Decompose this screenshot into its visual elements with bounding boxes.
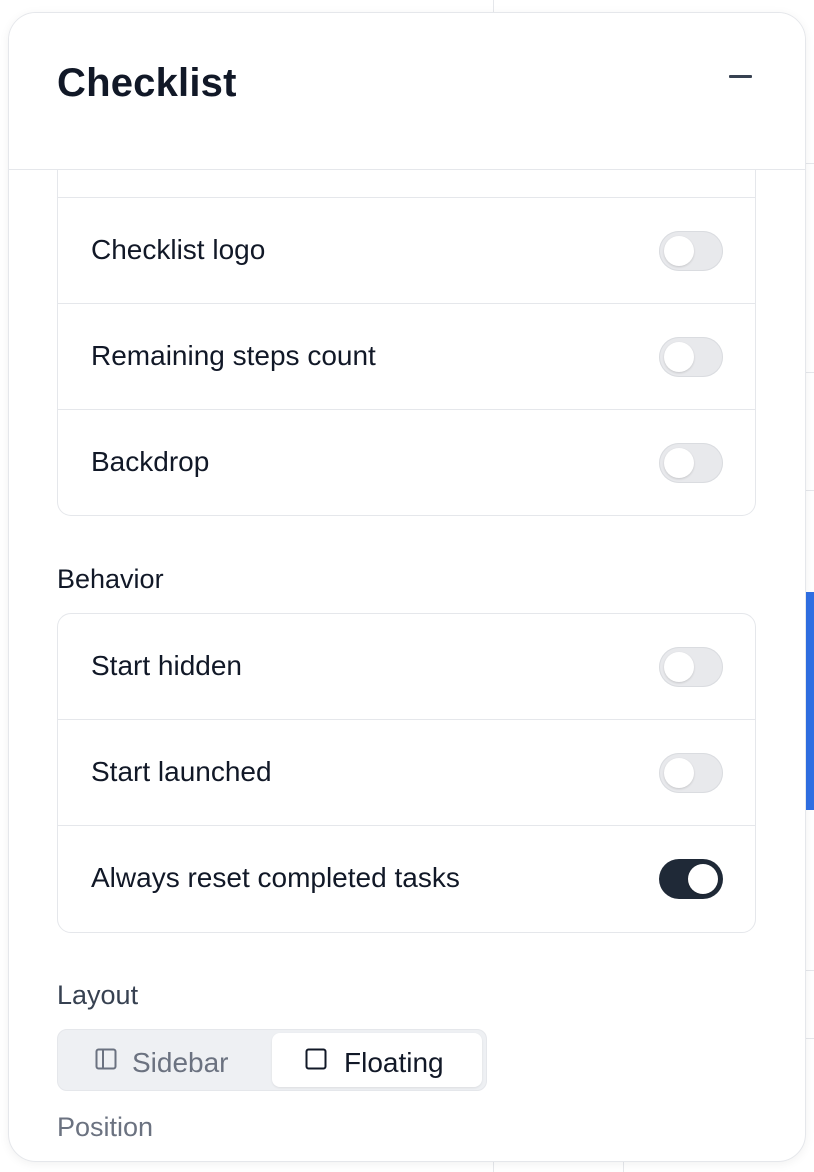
checklist-panel: Checklist Checklist logo Remaining steps…	[8, 12, 806, 1162]
minimize-button[interactable]	[721, 67, 761, 87]
behavior-heading: Behavior	[57, 564, 164, 594]
panel-header: Checklist	[9, 13, 805, 170]
layout-option-sidebar[interactable]: Sidebar	[61, 1033, 269, 1087]
appearance-group: Checklist logo Remaining steps count Bac…	[57, 170, 756, 516]
layout-option-label: Floating	[344, 1047, 444, 1078]
backdrop-toggle[interactable]	[659, 443, 723, 483]
toggle-label: Checklist logo	[91, 234, 266, 265]
toggle-label: Start hidden	[91, 650, 242, 681]
behavior-group: Start hidden Start launched Always reset…	[57, 613, 756, 933]
background-divider	[805, 372, 814, 373]
start-hidden-toggle[interactable]	[659, 647, 723, 687]
background-divider	[805, 1038, 814, 1039]
toggle-row-checklist-logo[interactable]: Checklist logo	[58, 198, 755, 304]
toggle-label: Backdrop	[91, 446, 210, 477]
layout-option-label: Sidebar	[132, 1047, 229, 1078]
toggle-row-start-hidden[interactable]: Start hidden	[58, 614, 755, 720]
toggle-knob	[664, 758, 694, 788]
checklist-logo-toggle[interactable]	[659, 231, 723, 271]
minus-icon	[729, 75, 752, 78]
layout-segmented-control: Sidebar Floating	[57, 1029, 487, 1091]
background-divider	[805, 490, 814, 491]
list-item	[58, 170, 755, 198]
toggle-row-remaining-steps[interactable]: Remaining steps count	[58, 304, 755, 410]
toggle-knob	[688, 864, 718, 894]
toggle-knob	[664, 342, 694, 372]
background-blue-block	[805, 592, 814, 810]
sidebar-layout-icon	[95, 1048, 117, 1070]
toggle-knob	[664, 236, 694, 266]
start-launched-toggle[interactable]	[659, 753, 723, 793]
toggle-knob	[664, 448, 694, 478]
background-divider	[805, 163, 814, 164]
remaining-steps-toggle[interactable]	[659, 337, 723, 377]
toggle-knob	[664, 652, 694, 682]
toggle-row-start-launched[interactable]: Start launched	[58, 720, 755, 826]
toggle-label: Start launched	[91, 756, 272, 787]
toggle-row-always-reset[interactable]: Always reset completed tasks	[58, 826, 755, 931]
panel-body: Checklist logo Remaining steps count Bac…	[9, 170, 805, 1161]
toggle-row-backdrop[interactable]: Backdrop	[58, 410, 755, 515]
square-icon	[305, 1048, 327, 1070]
position-heading: Position	[57, 1112, 154, 1142]
layout-option-floating[interactable]: Floating	[272, 1033, 482, 1087]
toggle-label: Remaining steps count	[91, 340, 376, 371]
layout-heading: Layout	[57, 980, 139, 1010]
panel-title: Checklist	[57, 61, 237, 105]
toggle-label: Always reset completed tasks	[91, 862, 460, 893]
always-reset-toggle[interactable]	[659, 859, 723, 899]
background-divider	[805, 970, 814, 971]
